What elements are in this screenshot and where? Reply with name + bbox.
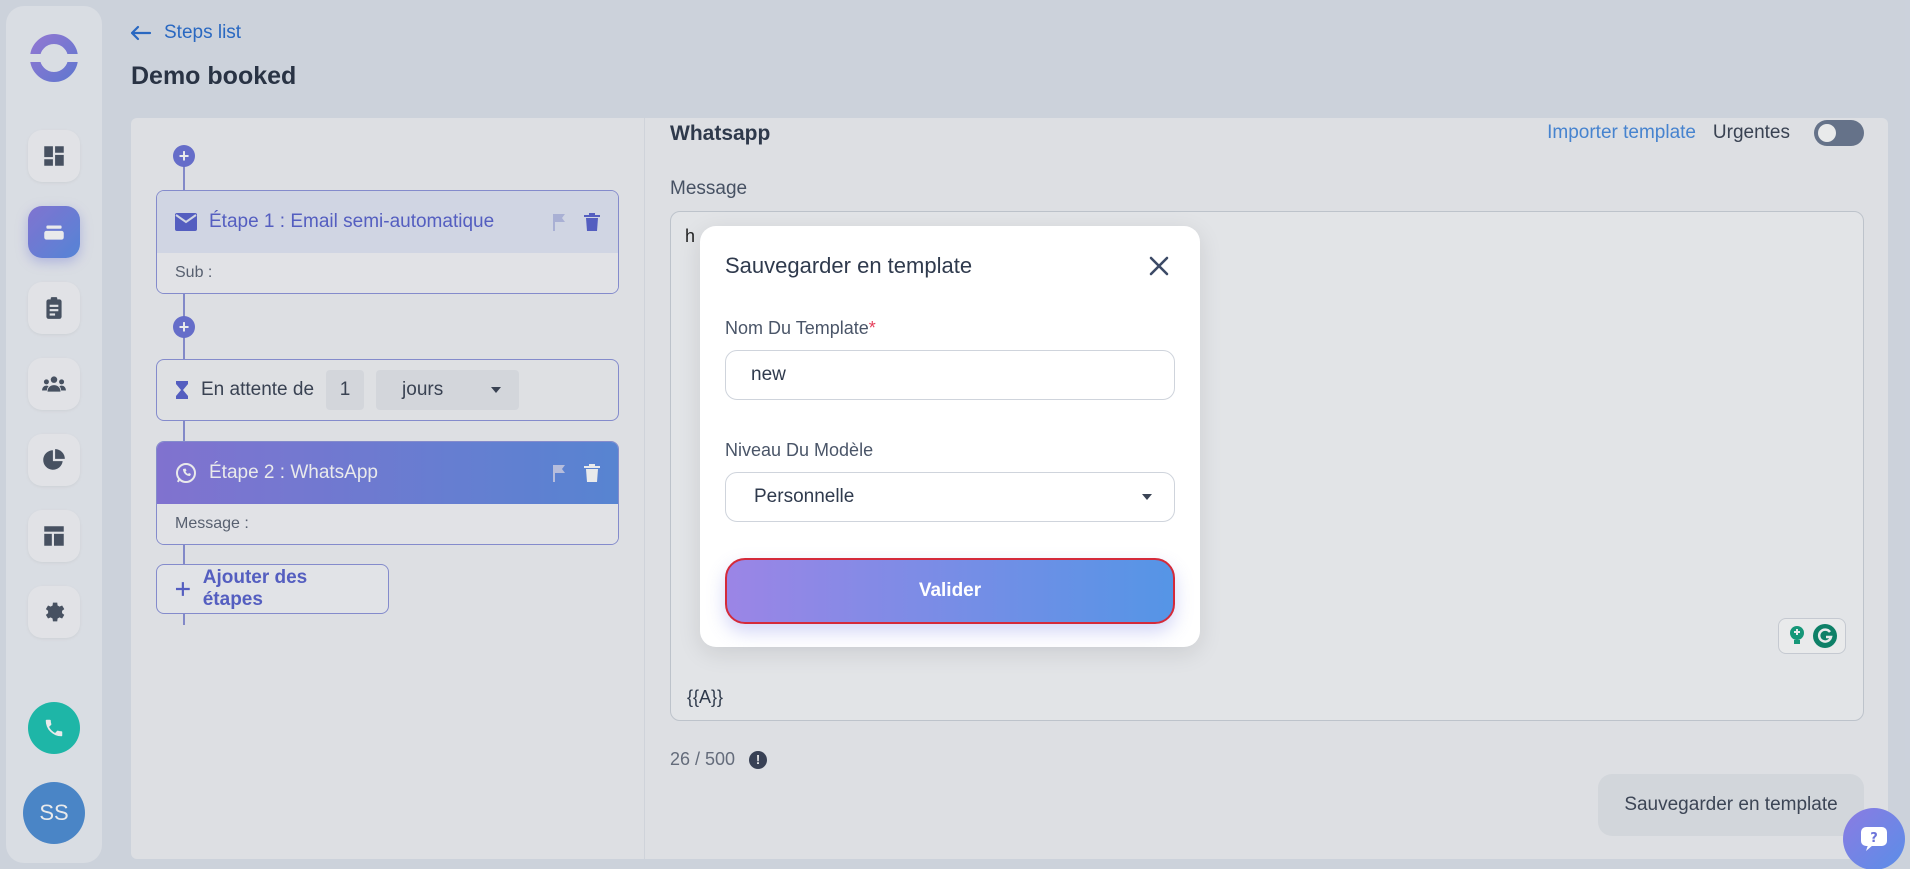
- template-level-value: Personnelle: [754, 486, 855, 507]
- validate-button[interactable]: Valider: [725, 558, 1175, 624]
- help-chat-icon: ?: [1861, 827, 1887, 851]
- template-name-label-text: Nom Du Template: [725, 318, 869, 338]
- template-level-select[interactable]: Personnelle: [725, 472, 1175, 522]
- modal-title: Sauvegarder en template: [725, 253, 973, 278]
- help-button[interactable]: ?: [1843, 808, 1905, 869]
- template-name-value: new: [751, 364, 786, 385]
- template-level-label: Niveau Du Modèle: [725, 440, 874, 460]
- save-template-modal: Sauvegarder en template Nom Du Template*…: [700, 226, 1200, 647]
- template-name-input[interactable]: new: [725, 350, 1175, 400]
- close-icon[interactable]: [1147, 254, 1171, 278]
- required-mark: *: [868, 318, 876, 338]
- svg-text:?: ?: [1870, 831, 1878, 846]
- template-name-label: Nom Du Template*: [725, 318, 876, 339]
- caret-down-icon: [1142, 494, 1152, 500]
